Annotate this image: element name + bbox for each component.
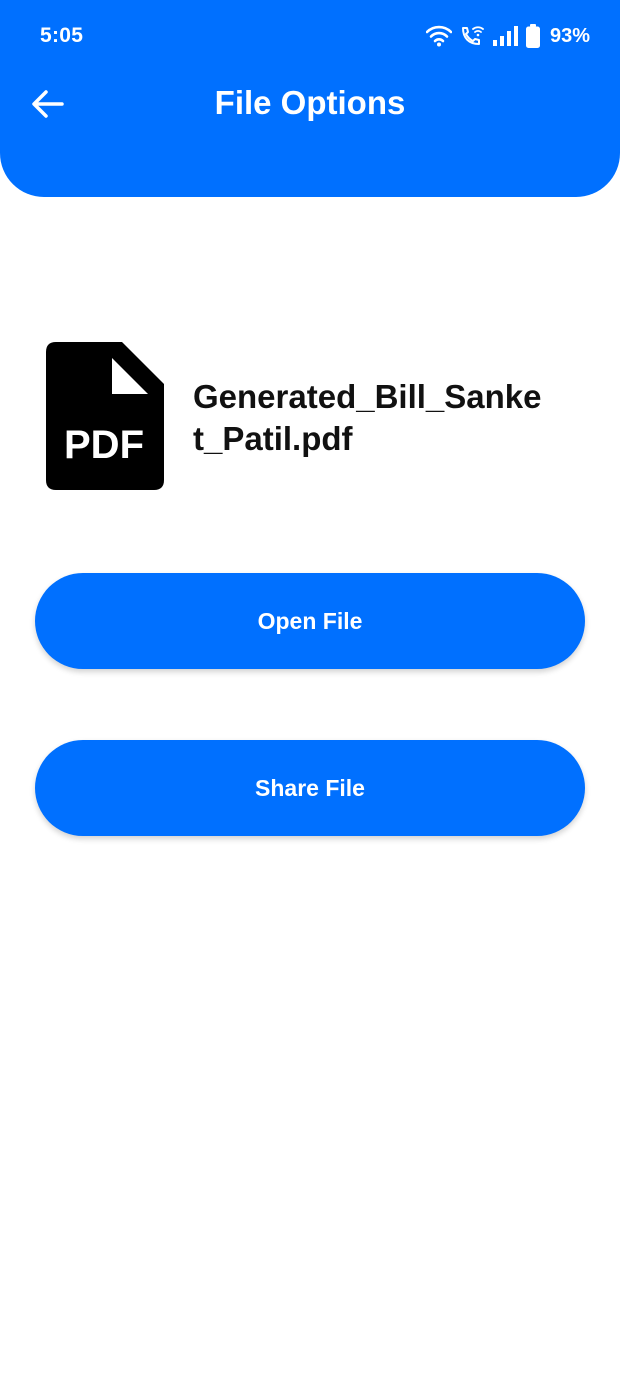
wifi-calling-icon	[461, 26, 484, 45]
status-icons: 93%	[425, 22, 590, 50]
status-bar: 5:05 93%	[0, 0, 620, 74]
pdf-icon-label: PDF	[64, 423, 144, 467]
battery-percent: 93%	[549, 24, 590, 47]
app-header: 5:05 93% File Options	[0, 0, 620, 197]
open-file-button[interactable]: Open File	[35, 573, 585, 669]
battery-icon	[525, 24, 540, 48]
page-title: File Options	[214, 84, 406, 121]
signal-icon	[492, 26, 518, 46]
file-name: Generated_Bill_Sanket_Patil.pdf	[193, 378, 542, 457]
wifi-icon	[425, 25, 452, 47]
pdf-file-icon: PDF	[46, 342, 164, 490]
status-time: 5:05	[40, 24, 84, 47]
file-info: PDF Generated_Bill_Sanket_Patil.pdf	[46, 342, 576, 490]
share-file-button[interactable]: Share File	[35, 740, 585, 836]
